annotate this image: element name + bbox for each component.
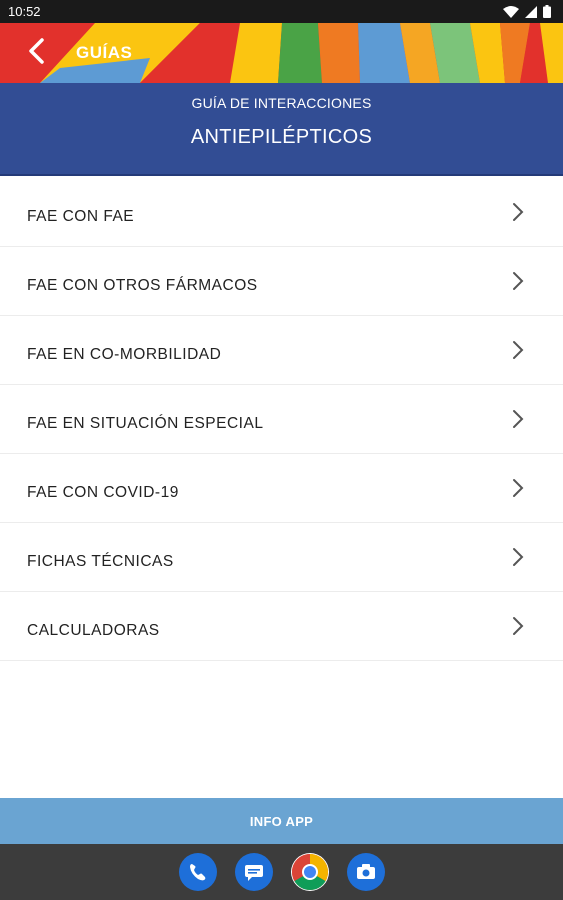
menu-item-label: FAE EN SITUACIÓN ESPECIAL	[27, 415, 264, 432]
menu-item-label: FAE EN CO-MORBILIDAD	[27, 346, 222, 363]
chevron-right-icon	[511, 340, 525, 360]
chevron-right-icon	[511, 547, 525, 567]
status-icons	[503, 5, 551, 18]
wifi-icon	[503, 5, 519, 18]
back-button[interactable]	[18, 35, 54, 71]
signal-icon	[525, 5, 537, 18]
app-screen: 10:52 GUÍAS GUÍA DE INTERACCIONES ANTIEP…	[0, 0, 563, 900]
title-band: GUÍA DE INTERACCIONES ANTIEPILÉPTICOS	[0, 83, 563, 176]
app-header: GUÍAS	[0, 23, 563, 83]
menu-item-calculadoras[interactable]: CALCULADORAS	[0, 592, 563, 661]
app-dock	[0, 844, 563, 900]
header-title: GUÍAS	[76, 43, 133, 62]
menu-item-label: CALCULADORAS	[27, 622, 160, 639]
menu-item-fae-con-covid-19[interactable]: FAE CON COVID-19	[0, 454, 563, 523]
status-time: 10:52	[8, 4, 41, 19]
chevron-right-icon	[511, 478, 525, 498]
camera-icon[interactable]	[346, 853, 385, 891]
status-bar: 10:52	[0, 0, 563, 23]
chrome-icon[interactable]	[290, 853, 329, 891]
menu-item-fae-en-situacion-especial[interactable]: FAE EN SITUACIÓN ESPECIAL	[0, 385, 563, 454]
chevron-right-icon	[511, 616, 525, 636]
menu-item-label: FAE CON OTROS FÁRMACOS	[27, 277, 258, 294]
chevron-left-icon	[27, 37, 45, 69]
chevron-right-icon	[511, 409, 525, 429]
menu-list: FAE CON FAE FAE CON OTROS FÁRMACOS FAE E…	[0, 178, 563, 661]
menu-item-fichas-tecnicas[interactable]: FICHAS TÉCNICAS	[0, 523, 563, 592]
menu-item-label: FAE CON COVID-19	[27, 484, 179, 501]
info-app-button[interactable]: INFO APP	[0, 798, 563, 844]
guide-subtitle: GUÍA DE INTERACCIONES	[191, 95, 372, 111]
menu-item-label: FAE CON FAE	[27, 208, 135, 225]
battery-icon	[543, 5, 551, 18]
chevron-right-icon	[511, 271, 525, 291]
phone-icon[interactable]	[178, 853, 217, 891]
chevron-right-icon	[511, 202, 525, 222]
menu-item-label: FICHAS TÉCNICAS	[27, 553, 174, 570]
messages-icon[interactable]	[234, 853, 273, 891]
menu-item-fae-con-fae[interactable]: FAE CON FAE	[0, 178, 563, 247]
menu-item-fae-en-co-morbilidad[interactable]: FAE EN CO-MORBILIDAD	[0, 316, 563, 385]
menu-item-fae-con-otros-farmacos[interactable]: FAE CON OTROS FÁRMACOS	[0, 247, 563, 316]
guide-title: ANTIEPILÉPTICOS	[190, 126, 373, 148]
